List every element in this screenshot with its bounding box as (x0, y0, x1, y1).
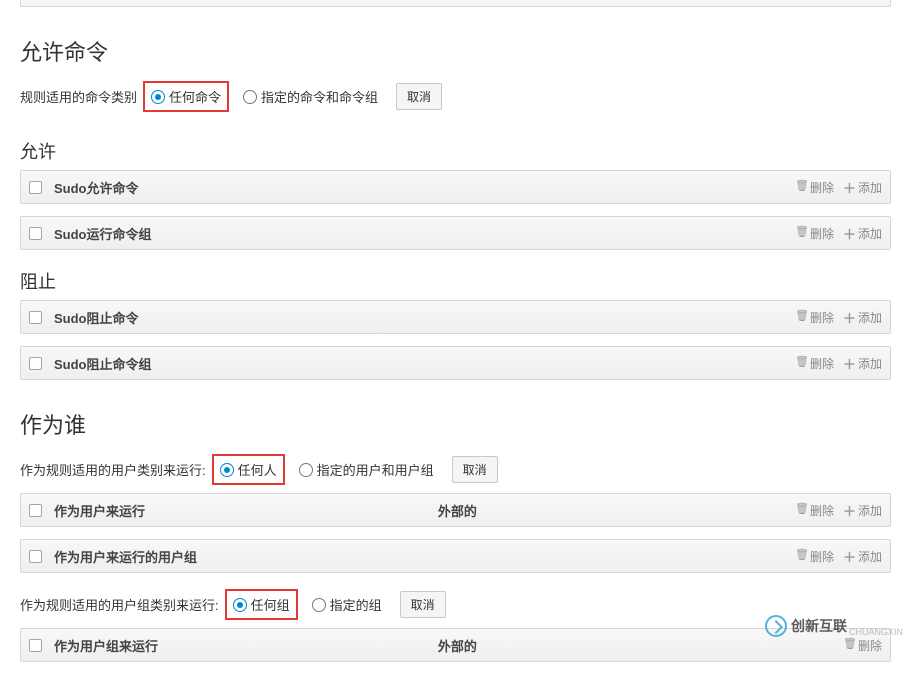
panel-col1: 作为用户组来运行 (54, 636, 438, 655)
radio-specified-command[interactable]: 指定的命令和命令组 (239, 85, 382, 108)
radio-specified-group-label: 指定的组 (330, 595, 382, 614)
cancel-button[interactable]: 取消 (396, 83, 442, 110)
checkbox[interactable] (29, 227, 42, 240)
add-label: 添加 (858, 548, 882, 565)
cancel-button[interactable]: 取消 (452, 456, 498, 483)
plus-icon (844, 181, 856, 193)
delete-label: 删除 (858, 637, 882, 654)
panel-sudo-allow-command: Sudo允许命令 删除 添加 (20, 170, 891, 204)
delete-button[interactable]: 删除 (796, 179, 834, 196)
panel-run-as-user: 作为用户来运行 外部的 删除 添加 (20, 493, 891, 527)
trash-icon (796, 550, 808, 562)
trash-icon (796, 311, 808, 323)
trash-icon (796, 504, 808, 516)
checkbox[interactable] (29, 357, 42, 370)
radio-specified-command-label: 指定的命令和命令组 (261, 87, 378, 106)
plus-icon (844, 227, 856, 239)
delete-label: 删除 (810, 355, 834, 372)
aswho-user-category-row: 作为规则适用的用户类别来运行: 任何人 指定的用户和用户组 取消 (20, 450, 891, 493)
delete-button[interactable]: 删除 (796, 355, 834, 372)
radio-icon (151, 90, 165, 104)
panel-title: Sudo阻止命令组 (54, 354, 796, 373)
plus-icon (844, 504, 856, 516)
delete-label: 删除 (810, 502, 834, 519)
plus-icon (844, 311, 856, 323)
radio-icon (220, 463, 234, 477)
add-label: 添加 (858, 179, 882, 196)
panel-sudo-block-command: Sudo阻止命令 删除 添加 (20, 300, 891, 334)
previous-panel-stub (20, 0, 891, 7)
cancel-button[interactable]: 取消 (400, 591, 446, 618)
radio-icon (233, 598, 247, 612)
panel-sudo-block-command-group: Sudo阻止命令组 删除 添加 (20, 346, 891, 380)
checkbox[interactable] (29, 550, 42, 563)
add-button[interactable]: 添加 (844, 548, 882, 565)
allow-category-label: 规则适用的命令类别 (20, 87, 137, 106)
aswho-group-label: 作为规则适用的用户组类别来运行: (20, 595, 219, 614)
watermark-logo-icon (765, 615, 787, 637)
radio-specified-group[interactable]: 指定的组 (308, 593, 386, 616)
radio-anygroup-label: 任何组 (251, 595, 290, 614)
checkbox[interactable] (29, 181, 42, 194)
delete-label: 删除 (810, 225, 834, 242)
section-as-who-title: 作为谁 (20, 408, 891, 440)
panel-sudo-run-command-group: Sudo运行命令组 删除 添加 (20, 216, 891, 250)
radio-anyone-label: 任何人 (238, 460, 277, 479)
add-label: 添加 (858, 309, 882, 326)
add-label: 添加 (858, 225, 882, 242)
checkbox[interactable] (29, 311, 42, 324)
panel-col2: 外部的 (438, 501, 796, 520)
add-button[interactable]: 添加 (844, 502, 882, 519)
radio-icon (243, 90, 257, 104)
add-button[interactable]: 添加 (844, 309, 882, 326)
trash-icon (796, 357, 808, 369)
delete-button[interactable]: 删除 (844, 637, 882, 654)
radio-any-command-label: 任何命令 (169, 87, 221, 106)
panel-title: Sudo运行命令组 (54, 224, 796, 243)
watermark: 创新互联 CHUANGXIN (765, 615, 903, 637)
radio-specified-user-label: 指定的用户和用户组 (317, 460, 434, 479)
trash-icon (796, 181, 808, 193)
delete-button[interactable]: 删除 (796, 548, 834, 565)
checkbox[interactable] (29, 639, 42, 652)
trash-icon (844, 639, 856, 651)
panel-run-as-group: 作为用户组来运行 外部的 删除 (20, 628, 891, 662)
panel-col2: 外部的 (438, 636, 844, 655)
aswho-user-label: 作为规则适用的用户类别来运行: (20, 460, 206, 479)
panel-run-as-user-group: 作为用户来运行的用户组 删除 添加 (20, 539, 891, 573)
radio-any-command[interactable]: 任何命令 (143, 81, 229, 112)
subsection-block-title: 阻止 (20, 268, 891, 294)
checkbox[interactable] (29, 504, 42, 517)
radio-anygroup[interactable]: 任何组 (225, 589, 298, 620)
add-label: 添加 (858, 355, 882, 372)
subsection-allow-title: 允许 (20, 138, 891, 164)
add-label: 添加 (858, 502, 882, 519)
watermark-brand: 创新互联 (791, 616, 847, 636)
delete-button[interactable]: 删除 (796, 309, 834, 326)
delete-button[interactable]: 删除 (796, 225, 834, 242)
aswho-group-category-row: 作为规则适用的用户组类别来运行: 任何组 指定的组 取消 (20, 585, 891, 628)
trash-icon (796, 227, 808, 239)
radio-anyone[interactable]: 任何人 (212, 454, 285, 485)
plus-icon (844, 357, 856, 369)
watermark-sub: CHUANGXIN (849, 627, 903, 637)
radio-icon (299, 463, 313, 477)
add-button[interactable]: 添加 (844, 179, 882, 196)
panel-col1: 作为用户来运行 (54, 501, 438, 520)
section-allow-commands-title: 允许命令 (20, 35, 891, 67)
add-button[interactable]: 添加 (844, 355, 882, 372)
delete-label: 删除 (810, 179, 834, 196)
panel-title: 作为用户来运行的用户组 (54, 547, 796, 566)
radio-specified-user[interactable]: 指定的用户和用户组 (295, 458, 438, 481)
delete-label: 删除 (810, 548, 834, 565)
delete-button[interactable]: 删除 (796, 502, 834, 519)
radio-icon (312, 598, 326, 612)
add-button[interactable]: 添加 (844, 225, 882, 242)
delete-label: 删除 (810, 309, 834, 326)
panel-title: Sudo阻止命令 (54, 308, 796, 327)
allow-command-category-row: 规则适用的命令类别 任何命令 指定的命令和命令组 取消 (20, 77, 891, 120)
plus-icon (844, 550, 856, 562)
panel-title: Sudo允许命令 (54, 178, 796, 197)
